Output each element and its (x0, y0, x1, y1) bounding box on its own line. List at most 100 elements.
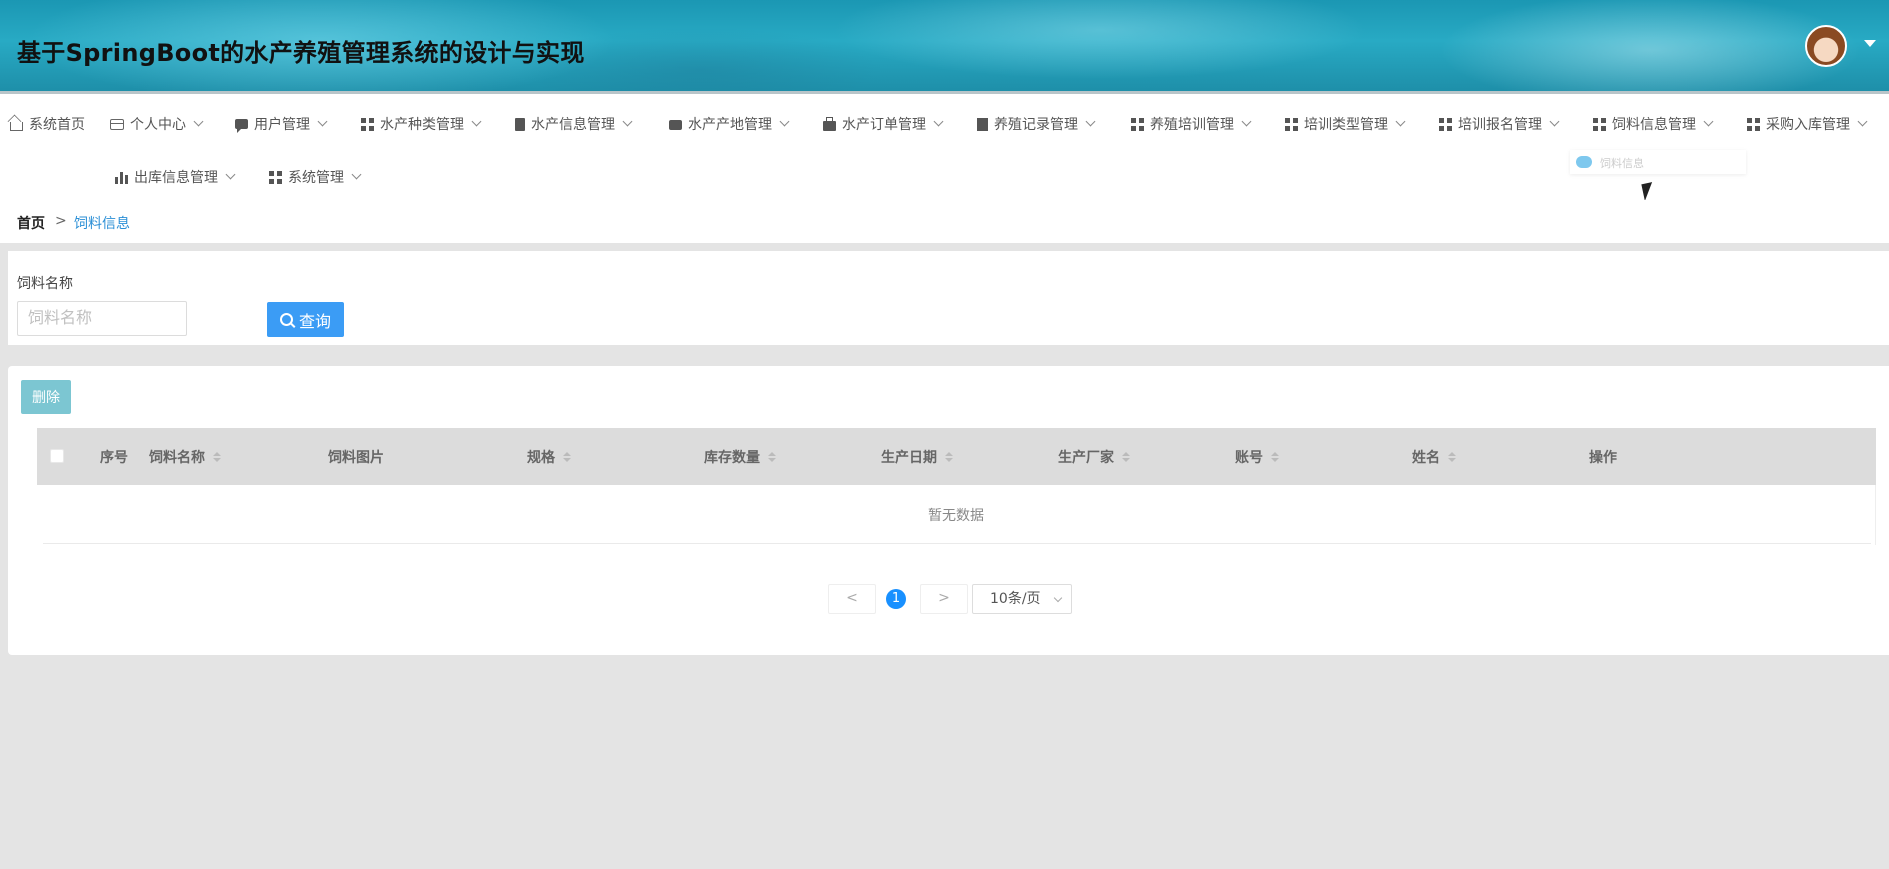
nav-item-user-management[interactable]: 用户管理 (235, 112, 328, 136)
page-number[interactable]: 1 (886, 589, 906, 609)
chevron-down-icon (225, 169, 236, 180)
grid-icon (1285, 117, 1298, 131)
nav-item-training-type-management[interactable]: 培训类型管理 (1285, 112, 1406, 136)
nav-item-species-management[interactable]: 水产种类管理 (361, 112, 482, 136)
grid-icon (1439, 117, 1452, 131)
book-icon (977, 117, 988, 131)
nav-item-breeding-training-management[interactable]: 养殖培训管理 (1131, 112, 1252, 136)
empty-row: 暂无数据 (37, 485, 1876, 545)
sort-icon (563, 452, 571, 462)
nav-item-label: 出库信息管理 (134, 170, 218, 186)
column-header-account[interactable]: 账号 (1235, 447, 1279, 467)
grid-icon (269, 170, 282, 184)
nav-dropdown-item[interactable]: 饲料信息 (1600, 155, 1644, 171)
search-label: 饲料名称 (17, 276, 73, 292)
sort-icon (213, 452, 221, 462)
divider (43, 543, 1871, 544)
grid-icon (1747, 117, 1760, 131)
nav-item-label: 饲料信息管理 (1612, 117, 1696, 133)
nav-item-aquatic-info-management[interactable]: 水产信息管理 (515, 112, 633, 136)
table-panel: 删除 序号 饲料名称 饲料图片 规格 库存数量 生产日期 生产厂家 账号 姓名 … (8, 366, 1889, 655)
nav-item-purchase-inbound-management[interactable]: 采购入库管理 (1747, 112, 1868, 136)
chevron-down-icon[interactable] (1864, 40, 1876, 47)
home-icon (10, 121, 23, 131)
column-header-stock[interactable]: 库存数量 (704, 447, 776, 467)
nav-item-label: 水产种类管理 (380, 117, 464, 133)
chevron-down-icon (193, 116, 204, 127)
column-header-index: 序号 (100, 450, 128, 466)
chevron-down-icon (1085, 116, 1096, 127)
nav-item-origin-management[interactable]: 水产产地管理 (669, 112, 790, 136)
nav-item-label: 培训类型管理 (1304, 117, 1388, 133)
nav-item-label: 养殖记录管理 (994, 117, 1078, 133)
chevron-down-icon (1549, 116, 1560, 127)
breadcrumb: 首页 > 饲料信息 (0, 200, 1889, 243)
breadcrumb-current: 饲料信息 (74, 216, 130, 232)
sort-icon (1448, 452, 1456, 462)
grid-icon (1131, 117, 1144, 131)
page-size-select[interactable]: 10条/页 (972, 584, 1072, 614)
column-header-feed-image: 饲料图片 (328, 450, 384, 466)
page-size-label: 10条/页 (990, 591, 1041, 607)
nav-item-outbound-info-management[interactable]: 出库信息管理 (115, 165, 236, 189)
top-nav: 系统首页 个人中心 用户管理 水产种类管理 水产信息管理 水产产地管理 水产订单… (0, 94, 1889, 200)
breadcrumb-home[interactable]: 首页 (17, 213, 45, 233)
nav-item-personal-center[interactable]: 个人中心 (110, 112, 204, 136)
bar-chart-icon (115, 170, 128, 184)
grid-icon (1593, 117, 1606, 131)
nav-item-label: 用户管理 (254, 117, 310, 133)
delete-button[interactable]: 删除 (21, 380, 71, 414)
nav-item-label: 养殖培训管理 (1150, 117, 1234, 133)
nav-item-label: 培训报名管理 (1458, 117, 1542, 133)
nav-item-order-management[interactable]: 水产订单管理 (823, 112, 944, 136)
chevron-down-icon (1395, 116, 1406, 127)
chevron-down-icon (471, 116, 482, 127)
sort-icon (1271, 452, 1279, 462)
chevron-down-icon (1053, 593, 1063, 603)
nav-item-breeding-record-management[interactable]: 养殖记录管理 (977, 112, 1096, 136)
grid-icon (361, 117, 374, 131)
nav-item-label: 水产产地管理 (688, 117, 772, 133)
column-header-production-date[interactable]: 生产日期 (881, 447, 953, 467)
dot-icon (1576, 156, 1592, 168)
chevron-down-icon (933, 116, 944, 127)
column-header-feed-name[interactable]: 饲料名称 (149, 447, 221, 467)
nav-item-label: 水产订单管理 (842, 117, 926, 133)
feed-name-input[interactable] (17, 301, 187, 336)
column-header-spec[interactable]: 规格 (527, 447, 571, 467)
user-avatar[interactable] (1805, 25, 1847, 67)
breadcrumb-separator: > (55, 213, 67, 229)
briefcase-icon (823, 116, 836, 131)
nav-item-label: 采购入库管理 (1766, 117, 1850, 133)
app-title: 基于SpringBoot的水产养殖管理系统的设计与实现 (17, 39, 585, 67)
query-button[interactable]: 查询 (267, 302, 344, 337)
nav-item-feed-info-management[interactable]: 饲料信息管理 (1593, 112, 1714, 136)
nav-item-label: 系统管理 (288, 170, 344, 186)
chevron-down-icon (779, 116, 790, 127)
nav-item-label: 水产信息管理 (531, 117, 615, 133)
select-all-checkbox[interactable] (50, 449, 64, 463)
column-header-manufacturer[interactable]: 生产厂家 (1058, 447, 1130, 467)
query-button-label: 查询 (298, 313, 331, 331)
wallet-icon (669, 120, 682, 130)
search-panel: 饲料名称 查询 (8, 251, 1889, 345)
chevron-down-icon (351, 169, 362, 180)
clipboard-icon (515, 117, 525, 131)
chevron-down-icon (1241, 116, 1252, 127)
nav-dropdown-popup[interactable]: 饲料信息 (1570, 150, 1746, 174)
column-header-name[interactable]: 姓名 (1412, 447, 1456, 467)
sort-icon (768, 452, 776, 462)
chevron-down-icon (1857, 116, 1868, 127)
empty-text: 暂无数据 (928, 508, 984, 524)
next-page-button[interactable]: > (920, 584, 968, 614)
chevron-down-icon (622, 116, 633, 127)
nav-item-home[interactable]: 系统首页 (10, 112, 85, 136)
chat-icon (235, 119, 248, 133)
nav-item-training-registration-management[interactable]: 培训报名管理 (1439, 112, 1560, 136)
chevron-down-icon (1703, 116, 1714, 127)
nav-item-system-management[interactable]: 系统管理 (269, 165, 362, 189)
app-header: 基于SpringBoot的水产养殖管理系统的设计与实现 (0, 0, 1889, 94)
search-icon (279, 313, 293, 326)
chevron-down-icon (317, 116, 328, 127)
prev-page-button[interactable]: < (828, 584, 876, 614)
